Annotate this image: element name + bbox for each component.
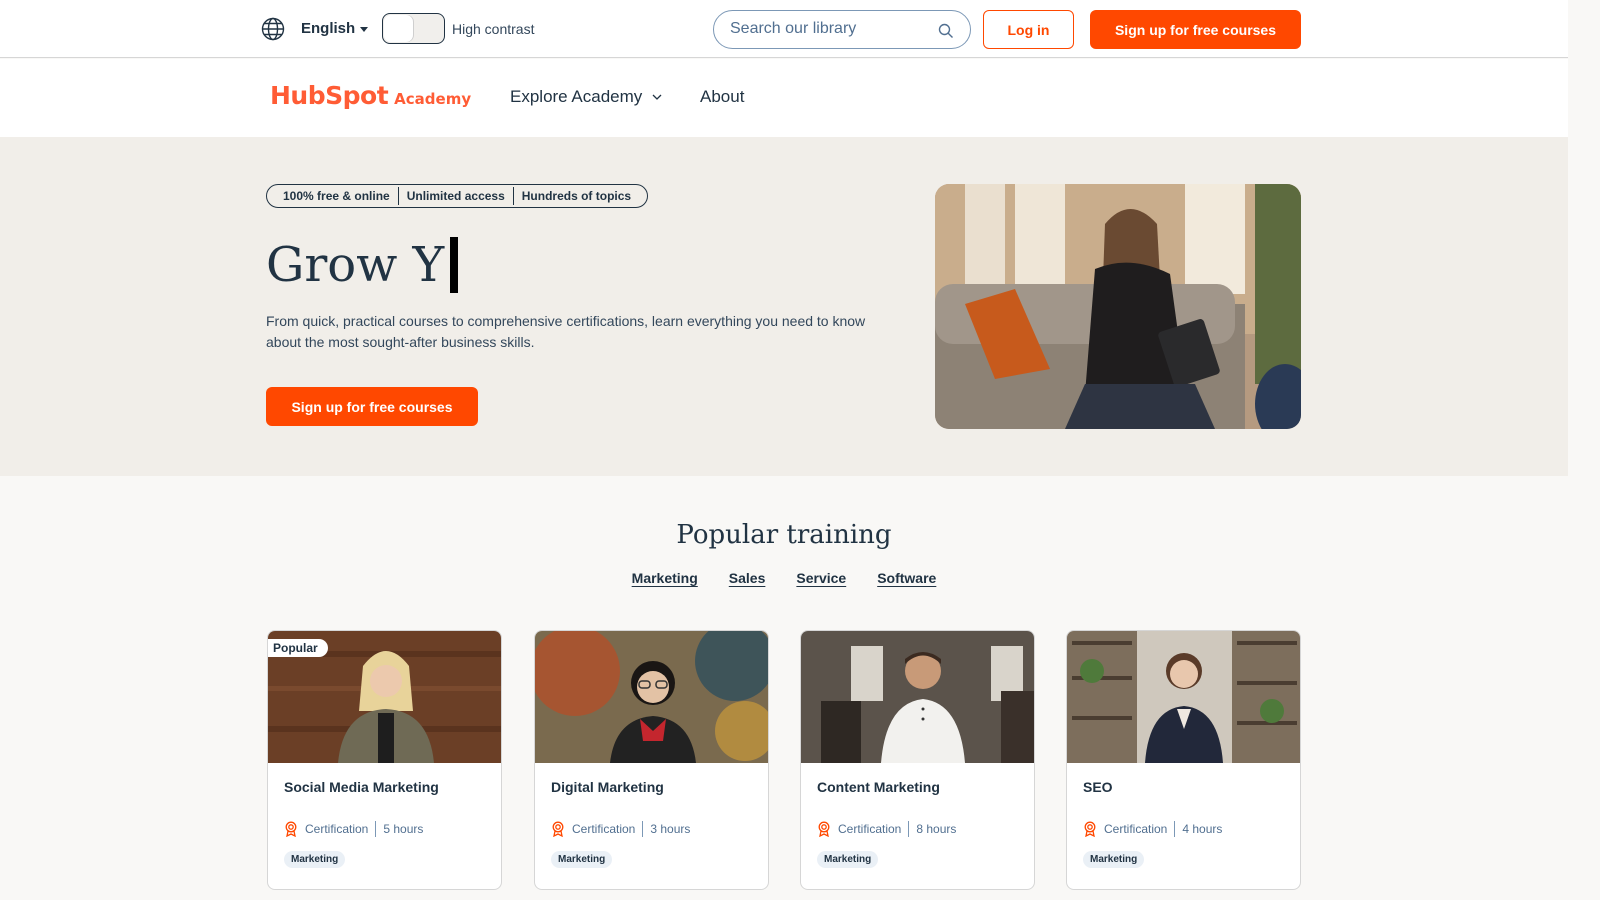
hero-headline-text: Grow Y [266, 237, 445, 293]
tab-sales[interactable]: Sales [729, 570, 766, 586]
globe-icon[interactable] [261, 17, 285, 41]
course-title: SEO [1083, 779, 1113, 795]
course-title: Social Media Marketing [284, 779, 439, 795]
certificate-icon [285, 821, 297, 837]
nav-explore-academy[interactable]: Explore Academy [510, 87, 662, 107]
certificate-icon [1084, 821, 1096, 837]
main-nav: HubSpot Academy Explore Academy About [0, 59, 1568, 137]
tab-marketing[interactable]: Marketing [632, 570, 698, 586]
language-label: English [301, 20, 356, 37]
caret-down-icon [360, 26, 369, 32]
signup-button-hero[interactable]: Sign up for free courses [266, 387, 478, 426]
hero-subtext: From quick, practical courses to compreh… [266, 313, 866, 350]
meta-divider [375, 821, 377, 837]
course-thumbnail [801, 631, 1034, 763]
pill-unlimited-access: Unlimited access [397, 187, 513, 205]
course-type: Certification [305, 822, 369, 836]
login-button[interactable]: Log in [983, 10, 1074, 49]
signup-button-header[interactable]: Sign up for free courses [1090, 10, 1301, 49]
course-meta: Certification 8 hours [817, 821, 956, 837]
language-selector[interactable]: English [301, 20, 369, 37]
course-card-content-marketing[interactable]: Content Marketing Certification 8 hours … [800, 630, 1035, 890]
course-duration: 3 hours [650, 822, 691, 836]
high-contrast-toggle[interactable] [382, 13, 445, 44]
course-meta: Certification 3 hours [551, 821, 690, 837]
pill-hundreds-topics: Hundreds of topics [512, 187, 639, 205]
meta-divider [1174, 821, 1176, 837]
course-thumbnail [1067, 631, 1300, 763]
course-card-digital-marketing[interactable]: Digital Marketing Certification 3 hours … [534, 630, 769, 890]
tab-software[interactable]: Software [877, 570, 936, 586]
chevron-down-icon [652, 94, 662, 100]
utility-bar: English High contrast Log in Sign up for… [0, 0, 1568, 58]
popular-badge: Popular [268, 639, 328, 657]
course-meta: Certification 4 hours [1083, 821, 1222, 837]
course-duration: 8 hours [916, 822, 957, 836]
meta-divider [908, 821, 910, 837]
search-input[interactable] [730, 20, 930, 38]
course-type: Certification [1104, 822, 1168, 836]
hubspot-academy-logo[interactable]: HubSpot Academy [270, 81, 471, 117]
pill-free-online: 100% free & online [283, 189, 390, 203]
nav-explore-label: Explore Academy [510, 87, 643, 106]
hero-section: 100% free & online Unlimited access Hund… [0, 137, 1568, 476]
nav-about[interactable]: About [700, 87, 744, 107]
search-box[interactable] [713, 10, 971, 49]
toggle-knob [384, 15, 413, 42]
course-tag: Marketing [551, 851, 613, 868]
tab-service[interactable]: Service [796, 570, 846, 586]
course-card-seo[interactable]: SEO Certification 4 hours Marketing [1066, 630, 1301, 890]
search-icon[interactable] [938, 23, 954, 39]
certificate-icon [552, 821, 564, 837]
feature-pills: 100% free & online Unlimited access Hund… [266, 184, 649, 208]
hero-image [935, 184, 1301, 429]
course-duration: 4 hours [1182, 822, 1223, 836]
hero-headline: Grow Y [266, 237, 459, 293]
course-title: Content Marketing [817, 779, 940, 795]
course-title: Digital Marketing [551, 779, 664, 795]
course-meta: Certification 5 hours [284, 821, 423, 837]
course-type: Certification [572, 822, 636, 836]
course-tag: Marketing [284, 851, 346, 868]
training-tabs: Marketing Sales Service Software [0, 570, 1568, 586]
course-duration: 5 hours [383, 822, 424, 836]
meta-divider [642, 821, 644, 837]
course-tag: Marketing [817, 851, 879, 868]
typing-cursor [450, 237, 459, 293]
certificate-icon [818, 821, 830, 837]
course-card-social-media[interactable]: Popular Social Media Marketing Certifica… [267, 630, 502, 890]
course-type: Certification [838, 822, 902, 836]
logo-wordmark: HubSpot [270, 81, 389, 110]
logo-academy: Academy [394, 90, 472, 108]
popular-training-title: Popular training [676, 520, 892, 550]
course-tag: Marketing [1083, 851, 1145, 868]
high-contrast-label: High contrast [452, 21, 535, 37]
course-thumbnail [535, 631, 768, 763]
